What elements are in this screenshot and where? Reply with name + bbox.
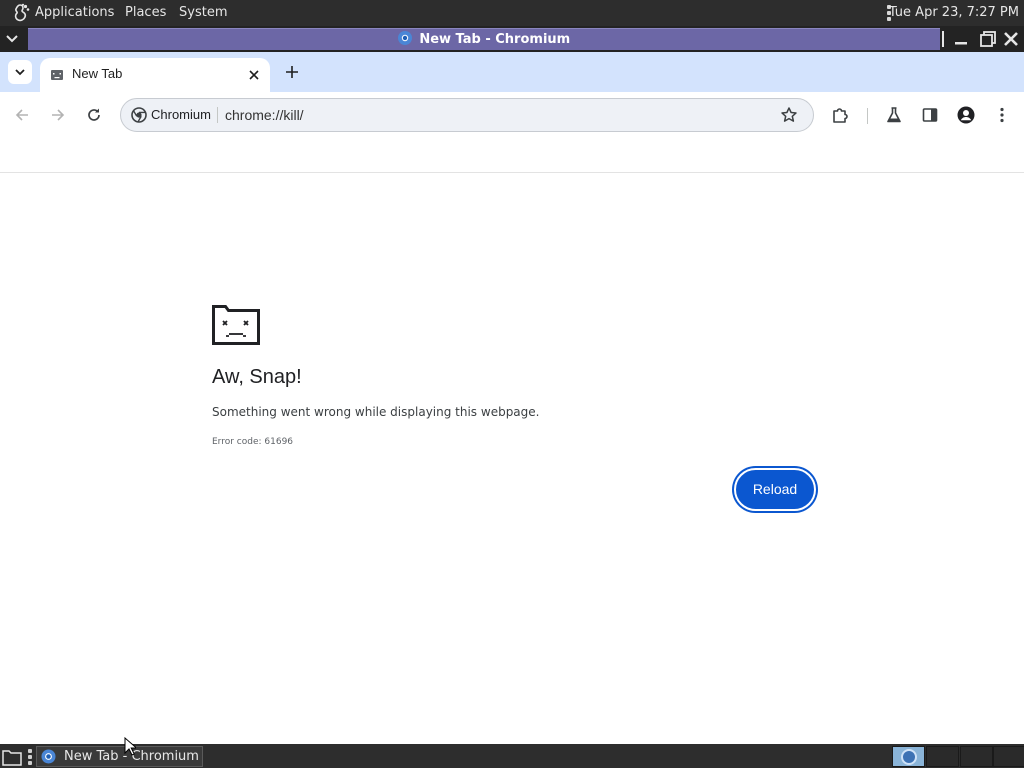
mouse-cursor-icon [124, 737, 136, 756]
error-page: Aw, Snap! Something went wrong while dis… [0, 173, 1024, 744]
workspace-2[interactable] [926, 746, 959, 767]
back-icon [15, 109, 28, 121]
sad-tab-favicon [51, 70, 63, 80]
reload-button[interactable]: Reload [734, 468, 816, 511]
tab-new-tab[interactable]: New Tab [40, 58, 270, 92]
taskbar-window-button[interactable]: New Tab - Chromium [36, 746, 203, 767]
workspace-4[interactable] [993, 746, 1024, 767]
sad-folder-icon [212, 305, 260, 345]
back-button[interactable] [10, 103, 34, 127]
new-tab-icon[interactable] [283, 63, 301, 81]
title-bar-fill: New Tab - Chromium [28, 28, 940, 50]
browser-toolbar: Chromium chrome://kill/ [0, 92, 1024, 138]
tab-search-button[interactable] [8, 60, 32, 84]
window-title-bar[interactable]: New Tab - Chromium [0, 26, 1024, 52]
workspace-window-thumb [901, 749, 917, 765]
window-title: New Tab - Chromium [419, 32, 571, 47]
error-code: Error code: 61696 [212, 437, 294, 447]
profile-icon [957, 106, 975, 124]
side-panel-button[interactable] [918, 103, 942, 127]
tab-strip: New Tab [0, 52, 1024, 92]
places-menu[interactable]: Places [122, 0, 169, 26]
show-desktop-icon[interactable] [1, 747, 23, 766]
kebab-menu-icon [1000, 107, 1004, 123]
window-menu-icon[interactable] [4, 32, 20, 46]
title-separator [942, 31, 944, 47]
chip-label: Chromium [151, 107, 211, 122]
gnome-foot-icon[interactable] [11, 3, 31, 23]
forward-button[interactable] [46, 103, 70, 127]
bookmark-star-icon[interactable] [780, 106, 798, 124]
clock[interactable]: Tue Apr 23, 7:27 PM [889, 0, 1019, 26]
omnibox-divider [217, 107, 218, 123]
labs-button[interactable] [882, 103, 906, 127]
tab-close-icon[interactable] [246, 67, 262, 83]
taskbar-grip[interactable] [28, 749, 32, 765]
site-info-chip[interactable]: Chromium [127, 102, 219, 128]
forward-icon [52, 109, 65, 121]
close-icon[interactable] [1002, 30, 1020, 48]
omnibox[interactable]: Chromium chrome://kill/ [120, 98, 814, 132]
side-panel-icon [922, 108, 938, 122]
system-menu[interactable]: System [176, 0, 230, 26]
reload-icon [88, 108, 100, 121]
toolbar-spacer [0, 138, 1024, 173]
extensions-button[interactable] [828, 103, 852, 127]
top-panel: Applications Places System Tue Apr 23, 7… [0, 0, 1024, 26]
workspace-1[interactable] [892, 746, 925, 767]
chromium-icon [397, 31, 412, 45]
tab-title: New Tab [72, 66, 123, 81]
url-text[interactable]: chrome://kill/ [225, 99, 304, 131]
workspace-3[interactable] [960, 746, 993, 767]
minimize-icon[interactable] [952, 30, 970, 48]
tab-search-icon [15, 69, 25, 76]
chrome-menu-button[interactable] [990, 103, 1014, 127]
applications-menu[interactable]: Applications [32, 0, 117, 26]
profile-button[interactable] [954, 103, 978, 127]
maximize-icon[interactable] [979, 30, 997, 48]
labs-flask-icon [887, 107, 901, 123]
error-title: Aw, Snap! [212, 366, 302, 388]
reload-toolbar-button[interactable] [82, 103, 106, 127]
error-message: Something went wrong while displaying th… [212, 405, 540, 419]
extensions-icon [833, 108, 848, 123]
chromium-icon [41, 749, 56, 764]
toolbar-separator [867, 108, 868, 124]
bottom-panel: New Tab - Chromium [0, 744, 1024, 768]
chromium-chip-icon [131, 107, 147, 123]
